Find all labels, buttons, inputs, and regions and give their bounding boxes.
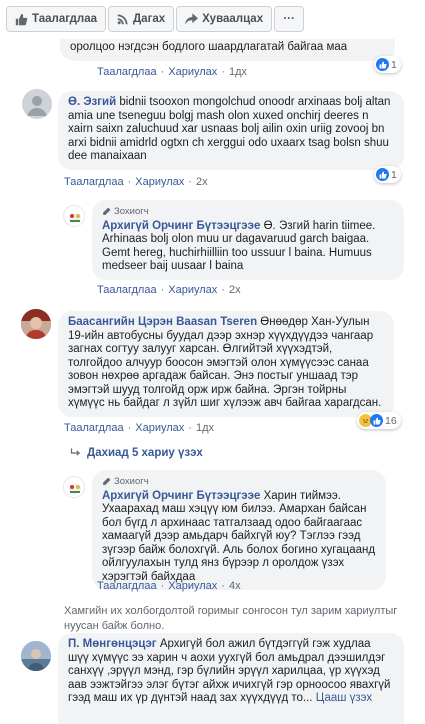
avatar[interactable] (21, 641, 51, 671)
share-button-label: Хуваалцах (202, 13, 264, 25)
avatar[interactable] (22, 89, 52, 119)
pen-icon (103, 477, 111, 486)
reaction-count[interactable]: 16 (357, 412, 401, 429)
reply-link[interactable]: Хариулах (168, 284, 217, 296)
view-more-replies-link[interactable]: Дахиад 5 хариу үзэх (70, 447, 203, 459)
share-button[interactable]: Хуваалцах (176, 6, 273, 32)
thumbs-up-icon (15, 13, 28, 25)
page-avatar[interactable] (63, 205, 85, 227)
comment-bubble: Зохиогч Архигүй Орчинг Бүтээцгээе Харин … (92, 470, 386, 590)
follow-button[interactable]: Дагах (107, 6, 175, 32)
filter-notice: Хамгийн их холбогдолтой горимыг сонгосон… (64, 605, 398, 632)
see-more-link[interactable]: Цааш үзэх (316, 692, 372, 704)
like-link[interactable]: Таалагдлаа (64, 422, 124, 434)
comment-bubble: П. Мөнгөнцэцэг Архигүй бол ажил бүтдэггү… (58, 633, 404, 724)
more-options-button[interactable]: ··· (274, 6, 305, 32)
reaction-count[interactable]: 1 (374, 56, 401, 73)
reply-link[interactable]: Хариулах (168, 66, 217, 78)
like-link[interactable]: Таалагдлаа (97, 284, 157, 296)
comment-text: оролцоо нэгдсэн бодлого шаардлагатай бай… (70, 41, 348, 53)
comment-bubble: Баасангийн Цэрэн Baasan Tseren Өнөөдөр Х… (58, 311, 394, 417)
like-reaction-icon (376, 58, 389, 71)
like-button[interactable]: Таалагдлаа (6, 6, 106, 32)
author-badge: Зохиогч (102, 475, 376, 489)
like-link[interactable]: Таалагдлаа (97, 66, 157, 78)
comment-author[interactable]: Баасангийн Цэрэн Baasan Tseren (68, 316, 257, 328)
post-action-bar: Таалагдлаа Дагах Хуваалцах ··· (6, 6, 305, 32)
reaction-count[interactable]: 1 (374, 166, 401, 183)
like-button-label: Таалагдлаа (32, 13, 97, 25)
author-badge: Зохиогч (102, 205, 394, 219)
reply-link[interactable]: Хариулах (135, 422, 184, 434)
timestamp[interactable]: 4х (229, 580, 241, 592)
comment-text: Харин тиймээ. Ухаарахад маш хэцүү юм бил… (102, 489, 376, 583)
reply-link[interactable]: Хариулах (168, 580, 217, 592)
comment-meta: Таалагдлаа · Хариулах · 1дх (97, 66, 247, 78)
timestamp[interactable]: 1дх (196, 422, 214, 434)
avatar[interactable] (21, 309, 51, 339)
like-link[interactable]: Таалагдлаа (64, 176, 124, 188)
timestamp[interactable]: 1дх (229, 66, 247, 78)
comment-bubble: Зохиогч Архигүй Орчинг Бүтээцгээе Ө. Эзг… (92, 200, 404, 280)
comment-text: Өнөөдөр Хан-Уулын 19-ийн автобусны бууда… (68, 316, 382, 409)
timestamp[interactable]: 2х (196, 176, 208, 188)
comment-text: bidnii tsooxon mongolchud onoodr arxinaa… (68, 96, 391, 162)
comment-meta: Таалагдлаа · Хариулах · 2х (97, 284, 241, 296)
pen-icon (103, 207, 111, 216)
comment-meta: Таалагдлаа · Хариулах · 1дх (64, 422, 214, 434)
follow-button-label: Дагах (132, 13, 166, 25)
page-avatar[interactable] (63, 476, 85, 498)
timestamp[interactable]: 2х (229, 284, 241, 296)
comment-author[interactable]: П. Мөнгөнцэцэг (68, 638, 157, 650)
like-reaction-icon (370, 414, 383, 427)
share-arrow-icon (185, 13, 199, 25)
like-reaction-icon (376, 168, 389, 181)
comment-bubble: Ө. Эзгий bidnii tsooxon mongolchud onood… (58, 91, 404, 170)
like-link[interactable]: Таалагдлаа (97, 580, 157, 592)
comment-meta: Таалагдлаа · Хариулах · 2х (64, 176, 208, 188)
rss-icon (117, 14, 128, 25)
reply-arrow-icon (70, 448, 81, 456)
comment-bubble: оролцоо нэгдсэн бодлого шаардлагатай бай… (60, 39, 395, 61)
more-options-label: ··· (283, 13, 295, 25)
comment-author[interactable]: Ө. Эзгий (68, 96, 116, 108)
comment-author[interactable]: Архигүй Орчинг Бүтээцгээе (102, 490, 260, 502)
comment-author[interactable]: Архигүй Орчинг Бүтээцгээе (102, 220, 260, 232)
reply-link[interactable]: Хариулах (135, 176, 184, 188)
comment-meta: Таалагдлаа · Хариулах · 4х (97, 580, 241, 592)
